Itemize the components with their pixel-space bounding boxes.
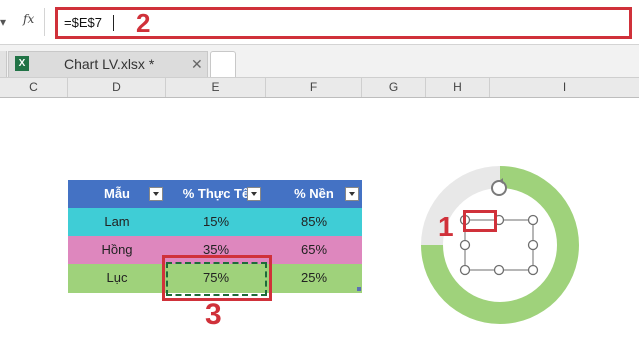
workbook-tab-title: Chart LV.xlsx * <box>64 56 155 72</box>
annotation-label-2: 2 <box>136 8 151 38</box>
resize-handle[interactable] <box>527 239 539 251</box>
filter-dropdown-icon[interactable] <box>149 187 163 201</box>
cell-mau[interactable]: Hồng <box>68 236 166 264</box>
resize-handle[interactable] <box>527 264 539 276</box>
column-header-f[interactable]: F <box>266 78 362 97</box>
table-header-row: Mẫu % Thực Tế % Nền <box>68 180 362 208</box>
text-caret <box>113 15 114 31</box>
workbook-tab-strip: X Chart LV.xlsx * ✕ <box>0 45 639 78</box>
header-label: % Nền <box>294 186 334 201</box>
column-header-d[interactable]: D <box>68 78 166 97</box>
filter-dropdown-icon[interactable] <box>247 187 261 201</box>
formula-bar: ▾ fx =$E$7 2 <box>0 0 639 45</box>
filter-dropdown-icon[interactable] <box>345 187 359 201</box>
tab-strip-edge <box>0 51 7 77</box>
header-label: % Thực Tế <box>182 186 250 201</box>
annotation-label-1: 1 <box>438 211 454 242</box>
formula-value: =$E$7 <box>64 15 102 30</box>
workbook-tab[interactable]: X Chart LV.xlsx * ✕ <box>8 51 208 77</box>
cell-mau[interactable]: Lục <box>68 264 166 292</box>
cell-nen[interactable]: 85% <box>266 208 362 236</box>
annotation-label-3: 3 <box>205 298 222 331</box>
column-header-e[interactable]: E <box>166 78 266 97</box>
table-row: Lam 15% 85% <box>68 208 362 236</box>
highlight-box-3 <box>162 255 272 301</box>
excel-file-icon: X <box>15 56 29 71</box>
header-label: Mẫu <box>104 186 130 201</box>
formula-bar-divider <box>44 8 45 36</box>
resize-handle[interactable] <box>459 239 471 251</box>
resize-handle[interactable] <box>459 264 471 276</box>
column-headers: C D E F G H I <box>0 78 639 98</box>
cell-mau[interactable]: Lam <box>68 208 166 236</box>
column-header-g[interactable]: G <box>362 78 426 97</box>
highlight-box-1 <box>463 210 497 232</box>
column-header-c[interactable]: C <box>0 78 68 97</box>
new-tab-button[interactable] <box>210 51 236 77</box>
resize-handle[interactable] <box>493 264 505 276</box>
cell-nen[interactable]: 65% <box>266 236 362 264</box>
doughnut-slice-background[interactable] <box>421 166 500 245</box>
name-box-dropdown-icon[interactable]: ▾ <box>0 15 6 29</box>
cell-nen[interactable]: 25% <box>266 264 362 292</box>
resize-handle[interactable] <box>527 214 539 226</box>
cell-thuc-te[interactable]: 15% <box>166 208 266 236</box>
close-icon[interactable]: ✕ <box>191 56 203 73</box>
table-resize-handle[interactable] <box>357 287 361 291</box>
column-header-i[interactable]: I <box>490 78 639 97</box>
column-header-h[interactable]: H <box>426 78 490 97</box>
insert-function-button[interactable]: fx <box>23 12 34 26</box>
doughnut-chart[interactable] <box>400 145 600 345</box>
